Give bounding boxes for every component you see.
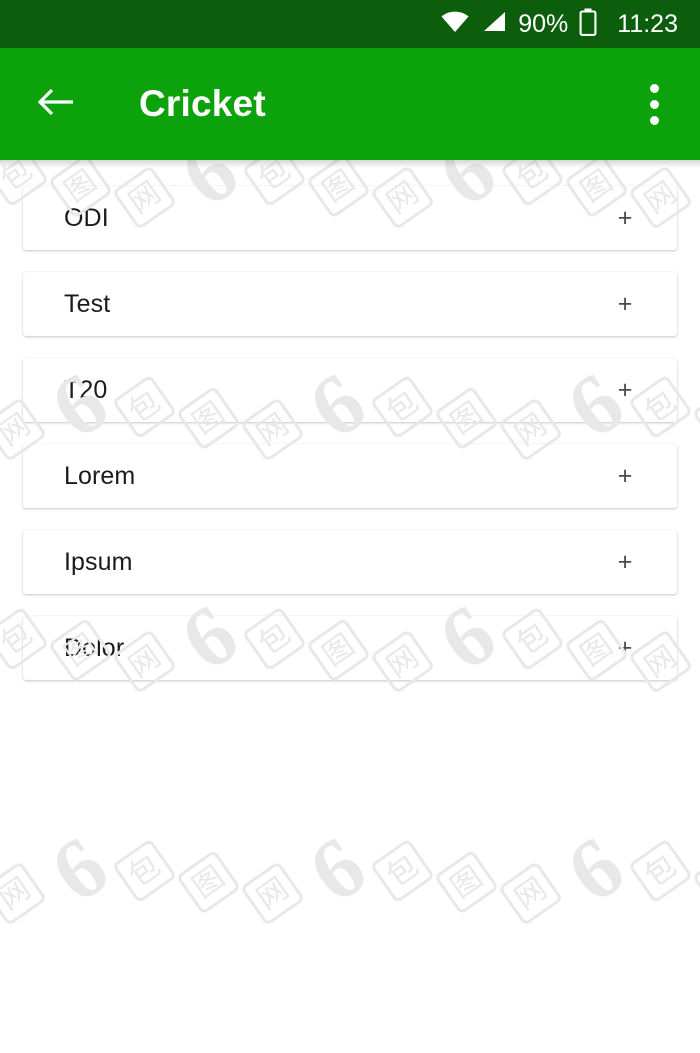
cricket-format-list: ODI + Test + T20 + Lorem + Ipsum + Dolor (0, 186, 700, 680)
list-item-label: ODI (64, 203, 109, 232)
list-item[interactable]: Test + (23, 272, 677, 336)
expand-plus-icon[interactable]: + (612, 549, 638, 575)
list-item-label: Ipsum (64, 547, 133, 576)
wifi-icon (440, 10, 470, 39)
expand-plus-icon[interactable]: + (612, 377, 638, 403)
battery-percent-label: 90% (518, 9, 569, 38)
list-item[interactable]: ODI + (23, 186, 677, 250)
expand-plus-icon[interactable]: + (612, 635, 638, 661)
status-bar-icons: 90% 11:23 (440, 8, 678, 41)
clock-label: 11:23 (617, 9, 678, 38)
expand-plus-icon[interactable]: + (612, 291, 638, 317)
app-bar: Cricket (0, 48, 700, 168)
phone-screen: 90% 11:23 Cricket ODI + Test + T20 + Lor… (0, 0, 700, 1053)
status-bar: 90% 11:23 (0, 0, 700, 48)
battery-icon (579, 8, 597, 41)
back-arrow-icon (37, 86, 77, 123)
more-vertical-icon (649, 83, 659, 125)
back-button[interactable] (34, 81, 80, 127)
expand-plus-icon[interactable]: + (612, 205, 638, 231)
overflow-menu-button[interactable] (634, 78, 674, 130)
list-item[interactable]: Lorem + (23, 444, 677, 508)
list-item-label: Test (64, 289, 111, 318)
list-item-label: Lorem (64, 461, 136, 490)
expand-plus-icon[interactable]: + (612, 463, 638, 489)
list-item-label: T20 (64, 375, 108, 404)
list-item[interactable]: T20 + (23, 358, 677, 422)
list-item[interactable]: Dolor + (23, 616, 677, 680)
content-area: ODI + Test + T20 + Lorem + Ipsum + Dolor (0, 160, 700, 1053)
page-title: Cricket (139, 83, 266, 124)
signal-icon (481, 10, 507, 39)
list-item-label: Dolor (64, 633, 125, 662)
list-item[interactable]: Ipsum + (23, 530, 677, 594)
